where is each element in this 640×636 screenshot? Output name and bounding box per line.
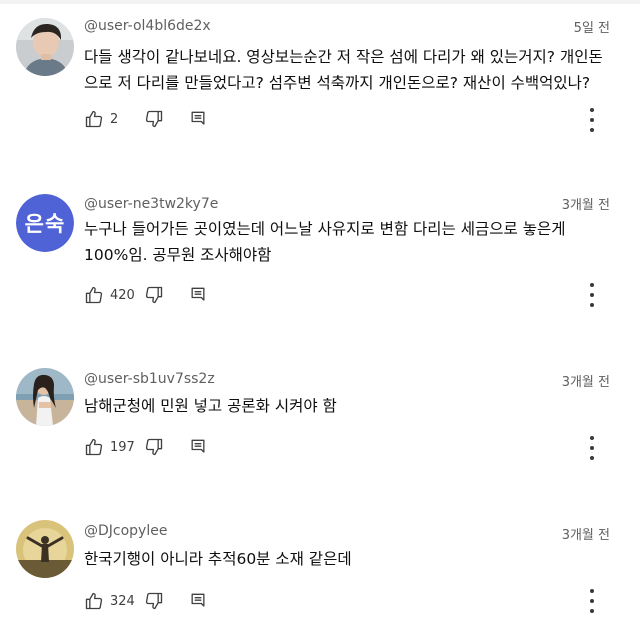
reply-button[interactable] — [188, 437, 208, 457]
thumb-down-icon — [145, 286, 163, 304]
reply-button[interactable] — [188, 285, 208, 305]
more-vertical-icon[interactable] — [588, 108, 596, 132]
more-vertical-icon[interactable] — [588, 283, 596, 307]
thumb-down-icon — [145, 110, 163, 128]
avatar[interactable]: 은숙 — [16, 194, 74, 252]
comment-author[interactable]: @DJcopylee — [84, 522, 167, 540]
reply-icon — [191, 593, 205, 607]
comment-author[interactable]: @user-ol4bl6de2x — [84, 17, 211, 35]
comment-text: 다들 생각이 같나보네요. 영상보는순간 저 작은 섬에 다리가 왜 있는거지?… — [84, 48, 603, 92]
reply-icon — [191, 111, 205, 125]
comment-actions: 197 — [84, 436, 208, 458]
comment-text: 남해군청에 민원 넣고 공론화 시켜야 함 — [84, 397, 337, 415]
comment-text: 한국기행이 아니라 추적60분 소재 같은데 — [84, 550, 352, 568]
reply-icon — [191, 287, 205, 301]
dislike-button[interactable] — [144, 437, 164, 457]
comment-text: 누구나 들어가든 곳이였는데 어느날 사유지로 변함 다리는 세금으로 놓은게 … — [84, 220, 566, 264]
more-vertical-icon[interactable] — [588, 589, 596, 613]
thumb-down-icon — [145, 438, 163, 456]
reply-icon — [191, 439, 205, 453]
avatar-photo-person-sunset — [16, 520, 74, 578]
avatar[interactable] — [16, 368, 74, 426]
comment-author[interactable]: @user-ne3tw2ky7e — [84, 195, 218, 213]
like-button[interactable]: 420 — [84, 285, 140, 305]
thumb-up-icon — [85, 438, 103, 456]
thumb-up-icon — [85, 592, 103, 610]
like-count: 324 — [110, 593, 135, 609]
comment-actions: 420 — [84, 284, 208, 306]
dislike-button[interactable] — [144, 591, 164, 611]
comment-time[interactable]: 3개월 전 — [562, 527, 610, 545]
like-button[interactable]: 324 — [84, 591, 140, 611]
thumb-up-icon — [85, 286, 103, 304]
reply-button[interactable] — [188, 109, 208, 129]
more-vertical-icon[interactable] — [588, 436, 596, 460]
top-divider — [0, 0, 640, 4]
comment-time[interactable]: 5일 전 — [574, 20, 610, 38]
comment-actions: 324 — [84, 590, 208, 612]
like-button[interactable]: 2 — [84, 109, 140, 129]
thumb-down-icon — [145, 592, 163, 610]
like-button[interactable]: 197 — [84, 437, 140, 457]
comment-time[interactable]: 3개월 전 — [562, 197, 610, 215]
avatar-photo-woman-beach — [16, 368, 74, 426]
like-count: 420 — [110, 287, 135, 303]
dislike-button[interactable] — [144, 109, 164, 129]
avatar[interactable] — [16, 18, 74, 76]
dislike-button[interactable] — [144, 285, 164, 305]
thumb-up-icon — [85, 110, 103, 128]
avatar-initials: 은숙 — [16, 194, 74, 252]
like-count: 197 — [110, 439, 135, 455]
comment-time[interactable]: 3개월 전 — [562, 374, 610, 392]
avatar[interactable] — [16, 520, 74, 578]
comment-actions: 2 — [84, 108, 208, 130]
comment-author[interactable]: @user-sb1uv7ss2z — [84, 370, 215, 388]
like-count: 2 — [110, 111, 119, 127]
avatar-photo-young-man — [16, 18, 74, 76]
reply-button[interactable] — [188, 591, 208, 611]
